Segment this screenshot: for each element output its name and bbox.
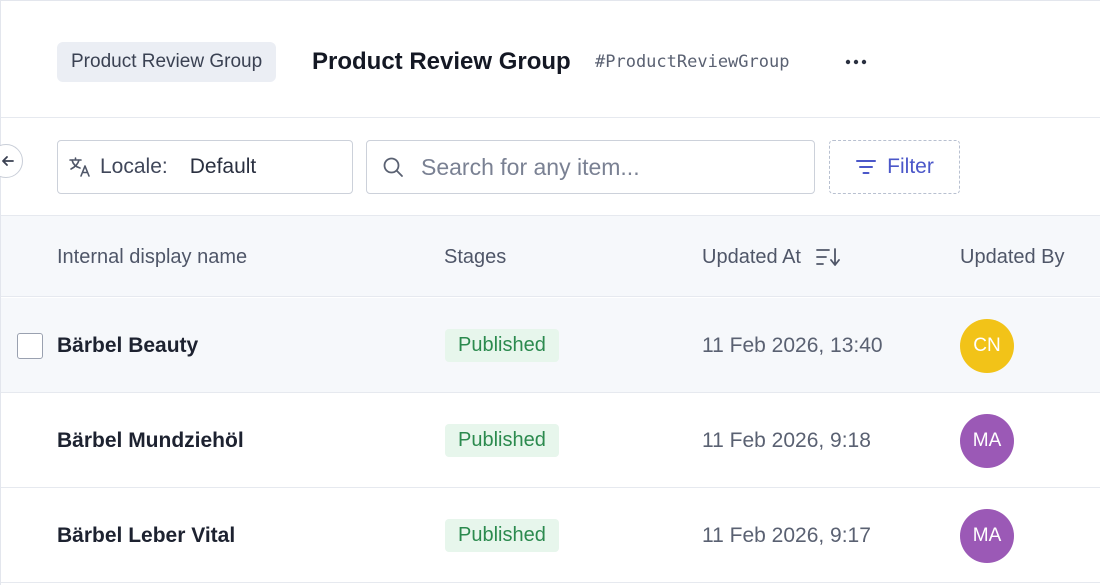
- column-header-stages[interactable]: Stages: [444, 216, 506, 298]
- avatar[interactable]: MA: [960, 509, 1014, 563]
- table-header: Internal display name Stages Updated At …: [1, 215, 1100, 297]
- search-icon: [383, 157, 403, 177]
- table-row[interactable]: Bärbel Leber Vital Published 11 Feb 2026…: [1, 488, 1100, 583]
- table-row[interactable]: Bärbel Beauty Published 11 Feb 2026, 13:…: [1, 298, 1100, 393]
- translate-icon: [69, 157, 90, 177]
- search-input[interactable]: [419, 152, 793, 182]
- column-header-updated-by[interactable]: Updated By: [960, 216, 1065, 298]
- content-list-view: Product Review Group Product Review Grou…: [0, 0, 1100, 585]
- entry-name: Bärbel Mundziehöl: [57, 429, 244, 452]
- avatar[interactable]: MA: [960, 414, 1014, 468]
- column-header-updated-at-label: Updated At: [702, 246, 801, 268]
- locale-value: Default: [189, 155, 257, 178]
- page-header: Product Review Group Product Review Grou…: [1, 1, 1100, 118]
- model-chip[interactable]: Product Review Group: [57, 42, 277, 82]
- locale-label: Locale:: [100, 155, 168, 178]
- api-id: #ProductReviewGroup: [595, 52, 790, 72]
- table-row[interactable]: Bärbel Mundziehöl Published 11 Feb 2026,…: [1, 393, 1100, 488]
- stage-badge: Published: [445, 519, 559, 552]
- more-horizontal-icon: [845, 59, 867, 65]
- column-header-name[interactable]: Internal display name: [57, 216, 247, 298]
- stage-badge: Published: [445, 329, 559, 362]
- filter-icon: [856, 160, 877, 174]
- row-checkbox[interactable]: [17, 333, 43, 359]
- collapse-sidebar-button[interactable]: [0, 144, 23, 178]
- arrow-left-icon: [2, 156, 14, 166]
- entry-name: Bärbel Beauty: [57, 334, 199, 357]
- avatar[interactable]: CN: [960, 319, 1014, 373]
- updated-at: 11 Feb 2026, 9:18: [702, 429, 871, 452]
- updated-at: 11 Feb 2026, 9:17: [702, 524, 871, 547]
- search-box[interactable]: [366, 140, 815, 194]
- column-header-updated-at[interactable]: Updated At: [702, 216, 841, 298]
- updated-at: 11 Feb 2026, 13:40: [702, 334, 883, 357]
- entry-name: Bärbel Leber Vital: [57, 524, 236, 547]
- filter-button[interactable]: Filter: [829, 140, 960, 194]
- more-options-button[interactable]: [841, 48, 871, 76]
- filter-label: Filter: [887, 155, 934, 178]
- sort-descending-icon[interactable]: [815, 246, 841, 268]
- page-title: Product Review Group: [312, 48, 571, 75]
- stage-badge: Published: [445, 424, 559, 457]
- locale-select[interactable]: Locale: Default: [57, 140, 353, 194]
